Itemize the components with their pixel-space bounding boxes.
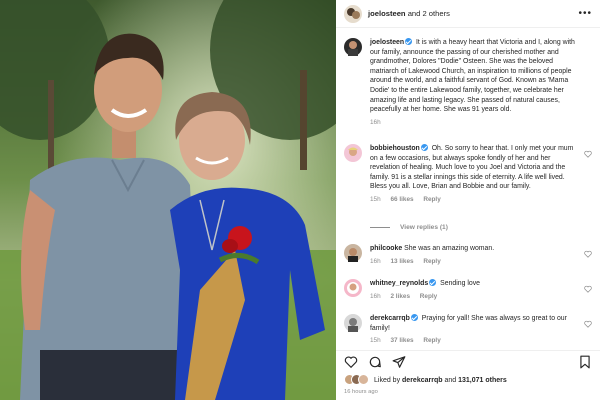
comment-text: She was an amazing woman. bbox=[404, 245, 495, 252]
comment-text: Sending love bbox=[440, 280, 480, 287]
likes-count[interactable]: 131,071 others bbox=[458, 377, 507, 384]
comment-time: 15h bbox=[370, 195, 381, 203]
avatar[interactable] bbox=[344, 279, 362, 297]
view-replies-button[interactable]: View replies (1) bbox=[370, 224, 448, 231]
caption: joelosteen It is with a heavy heart that… bbox=[344, 38, 592, 127]
heart-icon[interactable] bbox=[584, 250, 592, 258]
avatar[interactable] bbox=[344, 4, 362, 23]
post-time: 16 hours ago bbox=[344, 389, 378, 395]
avatar[interactable] bbox=[344, 314, 362, 332]
comment: derekcarrqb Praying for yall! She was al… bbox=[344, 314, 592, 346]
likes-summary[interactable]: Liked by derekcarrqb and 131,071 others bbox=[344, 374, 507, 386]
comment-icon[interactable] bbox=[368, 355, 382, 369]
liker-avatars bbox=[344, 374, 370, 386]
comment-username[interactable]: bobbiehouston bbox=[370, 145, 420, 152]
heart-icon[interactable] bbox=[584, 320, 592, 328]
reply-button[interactable]: Reply bbox=[423, 196, 440, 203]
reply-button[interactable]: Reply bbox=[423, 258, 440, 265]
comment-time: 15h bbox=[370, 337, 381, 345]
caption-username[interactable]: joelosteen bbox=[370, 39, 404, 46]
avatar[interactable] bbox=[344, 38, 362, 56]
comment-likes[interactable]: 13 likes bbox=[390, 258, 413, 265]
reply-button[interactable]: Reply bbox=[420, 293, 437, 300]
verified-icon bbox=[429, 279, 437, 286]
verified-icon bbox=[405, 38, 413, 45]
comment-username[interactable]: whitney_reynolds bbox=[370, 280, 428, 287]
comment-likes[interactable]: 66 likes bbox=[390, 196, 413, 203]
comment-username[interactable]: philcooke bbox=[370, 245, 402, 252]
comment-likes[interactable]: 2 likes bbox=[390, 293, 410, 300]
comment: bobbiehouston Oh. So sorry to hear that.… bbox=[344, 144, 592, 205]
post-header: joelosteen and 2 others ••• bbox=[336, 0, 600, 28]
comment-likes[interactable]: 37 likes bbox=[390, 337, 413, 344]
avatar bbox=[358, 374, 369, 385]
bookmark-icon[interactable] bbox=[578, 355, 592, 369]
avatar[interactable] bbox=[344, 144, 362, 162]
heart-icon[interactable] bbox=[584, 150, 592, 158]
post-photo[interactable] bbox=[0, 0, 336, 400]
header-author[interactable]: joelosteen and 2 others bbox=[368, 9, 450, 18]
more-icon[interactable]: ••• bbox=[578, 8, 592, 19]
divider bbox=[370, 227, 390, 228]
liker-username[interactable]: derekcarrqb bbox=[402, 377, 442, 384]
heart-icon[interactable] bbox=[344, 355, 358, 369]
heart-icon[interactable] bbox=[584, 285, 592, 293]
caption-time: 16h bbox=[370, 118, 381, 126]
caption-text: It is with a heavy heart that Victoria a… bbox=[370, 39, 575, 114]
avatar[interactable] bbox=[344, 244, 362, 262]
verified-icon bbox=[410, 314, 418, 321]
comment: philcooke She was an amazing woman. 16h … bbox=[344, 244, 592, 266]
action-bar bbox=[336, 350, 600, 372]
comment-time: 16h bbox=[370, 257, 381, 265]
comment: whitney_reynolds Sending love 16h 2 like… bbox=[344, 279, 592, 301]
post-panel: joelosteen and 2 others ••• joelosteen I… bbox=[336, 0, 600, 400]
comment-username[interactable]: derekcarrqb bbox=[370, 315, 410, 322]
share-icon[interactable] bbox=[392, 355, 406, 369]
comment-time: 16h bbox=[370, 292, 381, 300]
reply-button[interactable]: Reply bbox=[423, 337, 440, 344]
verified-icon bbox=[420, 144, 428, 151]
